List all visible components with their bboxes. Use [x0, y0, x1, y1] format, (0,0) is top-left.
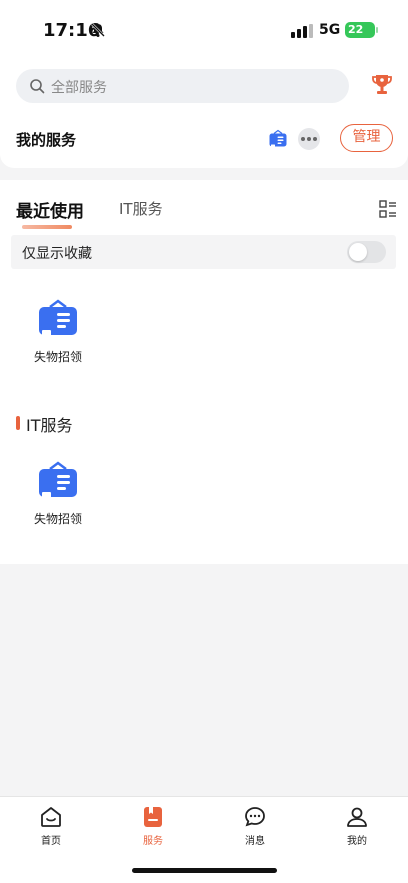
more-button[interactable]: [298, 128, 320, 150]
my-services-title: 我的服务: [16, 131, 77, 149]
tab-it-services[interactable]: IT服务: [119, 198, 163, 219]
status-bar: 17:16 5G 22: [0, 0, 408, 58]
nav-label: 我的: [347, 836, 367, 847]
nav-services[interactable]: 服务: [123, 805, 183, 847]
favorites-label: 仅显示收藏: [22, 246, 92, 262]
nav-messages[interactable]: 消息: [225, 805, 285, 847]
list-view-icon[interactable]: [379, 200, 397, 218]
lost-found-icon: [39, 461, 77, 498]
services-card: 最近使用 IT服务 仅显示收藏 失物招领 IT服务 失物招领: [0, 180, 408, 564]
more-dot: [307, 137, 311, 141]
nav-home[interactable]: 首页: [21, 805, 81, 847]
profile-icon: [347, 807, 367, 827]
home-icon: [41, 807, 61, 827]
message-icon: [245, 807, 265, 827]
section-marker: [16, 416, 20, 430]
battery-level: 22: [348, 23, 364, 36]
service-icon: [144, 807, 162, 827]
nav-label: 消息: [245, 836, 265, 847]
search-icon: [30, 79, 45, 94]
search-placeholder: 全部服务: [51, 80, 107, 96]
battery-icon: 22: [345, 22, 378, 38]
service-item-lost-found[interactable]: 失物招领: [18, 460, 98, 527]
tab-active-indicator: [22, 225, 72, 229]
more-dot: [301, 137, 305, 141]
muted-bell-icon: [91, 23, 105, 37]
lost-found-icon: [39, 299, 77, 336]
favorites-filter-row: 仅显示收藏: [11, 235, 396, 269]
nav-label: 服务: [143, 836, 163, 847]
header: 全部服务 我的服务 管理: [0, 58, 408, 168]
signal-icon: [291, 24, 313, 38]
more-dot: [313, 137, 317, 141]
nav-profile[interactable]: 我的: [327, 805, 387, 847]
favorites-toggle[interactable]: [347, 241, 386, 263]
trophy-icon[interactable]: [371, 73, 393, 97]
search-input[interactable]: 全部服务: [16, 69, 349, 103]
nav-label: 首页: [41, 836, 61, 847]
manage-button[interactable]: 管理: [340, 124, 393, 152]
network-type: 5G: [319, 22, 341, 38]
tab-recent[interactable]: 最近使用: [16, 197, 84, 222]
lost-found-icon[interactable]: [268, 129, 288, 149]
home-indicator[interactable]: [132, 868, 277, 873]
section-title-it: IT服务: [26, 416, 73, 435]
toggle-knob: [349, 243, 367, 261]
service-item-label: 失物招领: [33, 512, 82, 526]
service-item-lost-found[interactable]: 失物招领: [18, 298, 98, 365]
service-item-label: 失物招领: [33, 350, 82, 364]
